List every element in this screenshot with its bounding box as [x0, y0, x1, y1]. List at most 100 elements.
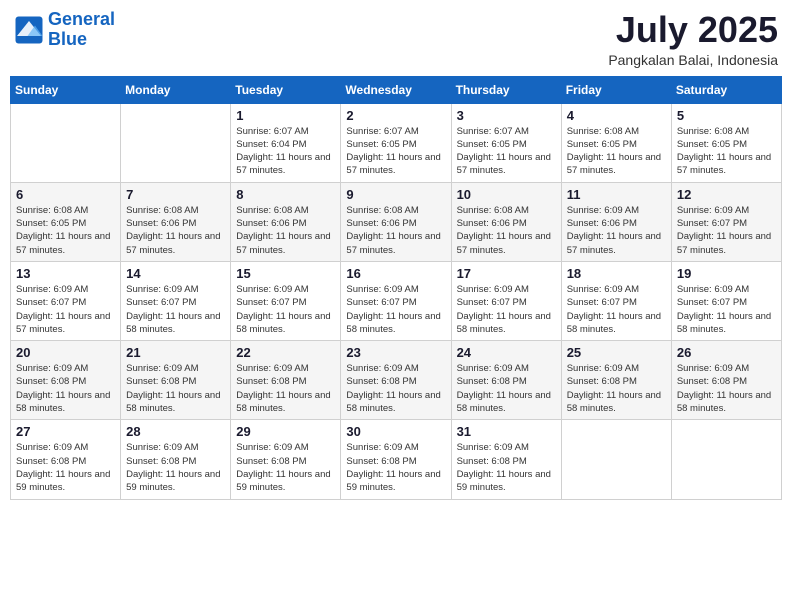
calendar-day-3: 3Sunrise: 6:07 AM Sunset: 6:05 PM Daylig…	[451, 103, 561, 182]
day-number: 16	[346, 266, 445, 281]
day-number: 14	[126, 266, 225, 281]
day-info: Sunrise: 6:09 AM Sunset: 6:08 PM Dayligh…	[126, 362, 225, 415]
day-info: Sunrise: 6:09 AM Sunset: 6:08 PM Dayligh…	[236, 362, 335, 415]
day-info: Sunrise: 6:09 AM Sunset: 6:08 PM Dayligh…	[457, 441, 556, 494]
calendar-day-12: 12Sunrise: 6:09 AM Sunset: 6:07 PM Dayli…	[671, 182, 781, 261]
day-info: Sunrise: 6:09 AM Sunset: 6:07 PM Dayligh…	[346, 283, 445, 336]
day-number: 21	[126, 345, 225, 360]
day-number: 5	[677, 108, 776, 123]
calendar-day-18: 18 Sunrise: 6:09 AM Sunset: 6:07 PM Dayli…	[561, 261, 671, 340]
calendar-week-row: 20Sunrise: 6:09 AM Sunset: 6:08 PM Dayli…	[11, 341, 782, 420]
weekday-header-monday: Monday	[121, 76, 231, 103]
day-info: Sunrise: 6:07 AM Sunset: 6:05 PM Dayligh…	[346, 125, 445, 178]
day-number: 3	[457, 108, 556, 123]
day-number: 15	[236, 266, 335, 281]
calendar-header-row: SundayMondayTuesdayWednesdayThursdayFrid…	[11, 76, 782, 103]
day-number: 27	[16, 424, 115, 439]
title-block: July 2025 Pangkalan Balai, Indonesia	[608, 10, 778, 68]
calendar-day-16: 16 Sunrise: 6:09 AM Sunset: 6:07 PM Dayli…	[341, 261, 451, 340]
weekday-header-friday: Friday	[561, 76, 671, 103]
weekday-header-wednesday: Wednesday	[341, 76, 451, 103]
calendar-day-28: 28Sunrise: 6:09 AM Sunset: 6:08 PM Dayli…	[121, 420, 231, 499]
calendar-day-23: 23Sunrise: 6:09 AM Sunset: 6:08 PM Dayli…	[341, 341, 451, 420]
day-info: Sunrise: 6:09 AM Sunset: 6:07 PM Dayligh…	[457, 283, 556, 336]
day-info: Sunrise: 6:09 AM Sunset: 6:07 PM Dayligh…	[126, 283, 225, 336]
calendar-day-4: 4Sunrise: 6:08 AM Sunset: 6:05 PM Daylig…	[561, 103, 671, 182]
day-info: Sunrise: 6:09 AM Sunset: 6:08 PM Dayligh…	[677, 362, 776, 415]
day-info: Sunrise: 6:09 AM Sunset: 6:08 PM Dayligh…	[236, 441, 335, 494]
calendar-day-21: 21 Sunrise: 6:09 AM Sunset: 6:08 PM Dayli…	[121, 341, 231, 420]
day-info: Sunrise: 6:07 AM Sunset: 6:04 PM Dayligh…	[236, 125, 335, 178]
day-number: 22	[236, 345, 335, 360]
weekday-header-thursday: Thursday	[451, 76, 561, 103]
day-number: 30	[346, 424, 445, 439]
day-number: 10	[457, 187, 556, 202]
day-info: Sunrise: 6:08 AM Sunset: 6:05 PM Dayligh…	[677, 125, 776, 178]
day-number: 18	[567, 266, 666, 281]
calendar-day-9: 9 Sunrise: 6:08 AM Sunset: 6:06 PM Daylig…	[341, 182, 451, 261]
day-number: 13	[16, 266, 115, 281]
calendar-empty	[561, 420, 671, 499]
day-info: Sunrise: 6:09 AM Sunset: 6:07 PM Dayligh…	[567, 283, 666, 336]
day-number: 8	[236, 187, 335, 202]
day-number: 31	[457, 424, 556, 439]
calendar-day-14: 14 Sunrise: 6:09 AM Sunset: 6:07 PM Dayli…	[121, 261, 231, 340]
day-info: Sunrise: 6:09 AM Sunset: 6:08 PM Dayligh…	[457, 362, 556, 415]
calendar-day-11: 11Sunrise: 6:09 AM Sunset: 6:06 PM Dayli…	[561, 182, 671, 261]
calendar-day-22: 22 Sunrise: 6:09 AM Sunset: 6:08 PM Dayli…	[231, 341, 341, 420]
calendar-day-5: 5 Sunrise: 6:08 AM Sunset: 6:05 PM Daylig…	[671, 103, 781, 182]
location: Pangkalan Balai, Indonesia	[608, 52, 778, 68]
day-number: 28	[126, 424, 225, 439]
calendar-day-7: 7 Sunrise: 6:08 AM Sunset: 6:06 PM Daylig…	[121, 182, 231, 261]
calendar-day-27: 27 Sunrise: 6:09 AM Sunset: 6:08 PM Dayli…	[11, 420, 121, 499]
day-info: Sunrise: 6:09 AM Sunset: 6:07 PM Dayligh…	[236, 283, 335, 336]
logo-line1: General	[48, 9, 115, 29]
day-number: 11	[567, 187, 666, 202]
day-number: 12	[677, 187, 776, 202]
calendar-week-row: 27 Sunrise: 6:09 AM Sunset: 6:08 PM Dayli…	[11, 420, 782, 499]
calendar-day-25: 25 Sunrise: 6:09 AM Sunset: 6:08 PM Dayli…	[561, 341, 671, 420]
day-info: Sunrise: 6:08 AM Sunset: 6:05 PM Dayligh…	[567, 125, 666, 178]
calendar-day-30: 30 Sunrise: 6:09 AM Sunset: 6:08 PM Dayli…	[341, 420, 451, 499]
day-number: 2	[346, 108, 445, 123]
calendar-day-2: 2 Sunrise: 6:07 AM Sunset: 6:05 PM Daylig…	[341, 103, 451, 182]
calendar-day-17: 17Sunrise: 6:09 AM Sunset: 6:07 PM Dayli…	[451, 261, 561, 340]
day-number: 25	[567, 345, 666, 360]
day-number: 6	[16, 187, 115, 202]
day-info: Sunrise: 6:09 AM Sunset: 6:07 PM Dayligh…	[677, 283, 776, 336]
day-info: Sunrise: 6:08 AM Sunset: 6:06 PM Dayligh…	[346, 204, 445, 257]
calendar-day-6: 6Sunrise: 6:08 AM Sunset: 6:05 PM Daylig…	[11, 182, 121, 261]
calendar-day-24: 24 Sunrise: 6:09 AM Sunset: 6:08 PM Dayli…	[451, 341, 561, 420]
day-number: 23	[346, 345, 445, 360]
logo-icon	[14, 15, 44, 45]
calendar-day-19: 19 Sunrise: 6:09 AM Sunset: 6:07 PM Dayli…	[671, 261, 781, 340]
logo-line2: Blue	[48, 29, 87, 49]
calendar-week-row: 1 Sunrise: 6:07 AM Sunset: 6:04 PM Daylig…	[11, 103, 782, 182]
day-info: Sunrise: 6:09 AM Sunset: 6:08 PM Dayligh…	[346, 441, 445, 494]
day-info: Sunrise: 6:09 AM Sunset: 6:08 PM Dayligh…	[16, 441, 115, 494]
calendar-day-26: 26Sunrise: 6:09 AM Sunset: 6:08 PM Dayli…	[671, 341, 781, 420]
calendar-empty	[121, 103, 231, 182]
logo: General Blue	[14, 10, 115, 50]
day-info: Sunrise: 6:08 AM Sunset: 6:06 PM Dayligh…	[236, 204, 335, 257]
weekday-header-saturday: Saturday	[671, 76, 781, 103]
page-header: General Blue July 2025 Pangkalan Balai, …	[10, 10, 782, 68]
day-info: Sunrise: 6:08 AM Sunset: 6:06 PM Dayligh…	[126, 204, 225, 257]
calendar-empty	[671, 420, 781, 499]
day-number: 1	[236, 108, 335, 123]
day-info: Sunrise: 6:09 AM Sunset: 6:07 PM Dayligh…	[16, 283, 115, 336]
day-number: 7	[126, 187, 225, 202]
calendar-day-15: 15 Sunrise: 6:09 AM Sunset: 6:07 PM Dayli…	[231, 261, 341, 340]
day-number: 9	[346, 187, 445, 202]
day-number: 24	[457, 345, 556, 360]
weekday-header-sunday: Sunday	[11, 76, 121, 103]
day-info: Sunrise: 6:09 AM Sunset: 6:08 PM Dayligh…	[567, 362, 666, 415]
calendar-day-29: 29Sunrise: 6:09 AM Sunset: 6:08 PM Dayli…	[231, 420, 341, 499]
logo-text: General Blue	[48, 10, 115, 50]
calendar-week-row: 13 Sunrise: 6:09 AM Sunset: 6:07 PM Dayli…	[11, 261, 782, 340]
calendar-day-10: 10 Sunrise: 6:08 AM Sunset: 6:06 PM Dayli…	[451, 182, 561, 261]
calendar-day-20: 20Sunrise: 6:09 AM Sunset: 6:08 PM Dayli…	[11, 341, 121, 420]
month-year: July 2025	[608, 10, 778, 50]
day-number: 19	[677, 266, 776, 281]
day-info: Sunrise: 6:08 AM Sunset: 6:06 PM Dayligh…	[457, 204, 556, 257]
